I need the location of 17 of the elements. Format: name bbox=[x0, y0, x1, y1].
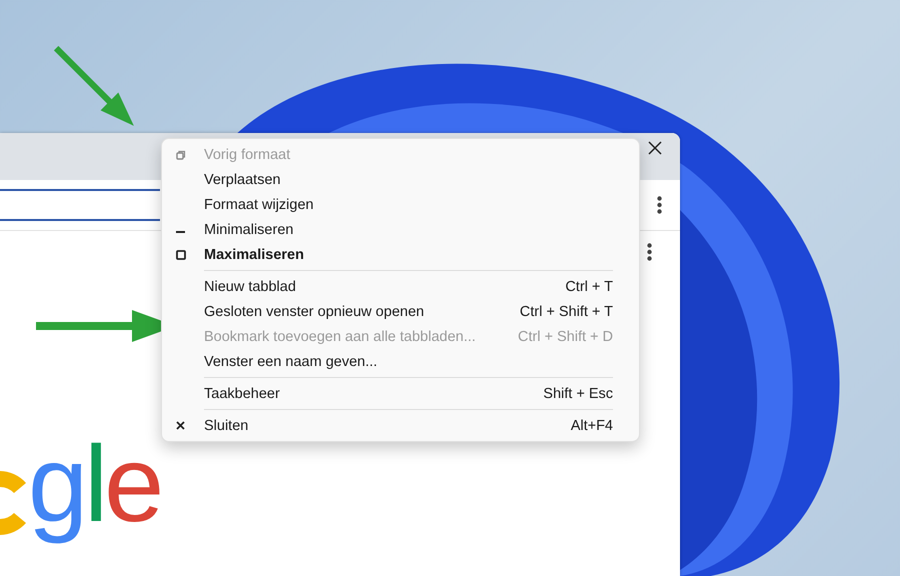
menu-item[interactable]: Venster een naam geven... bbox=[162, 349, 639, 374]
menu-item[interactable]: Maximaliseren bbox=[162, 242, 639, 267]
menu-item[interactable]: Gesloten venster opnieuw openen Ctrl + Shift + T bbox=[162, 299, 639, 324]
address-bar[interactable] bbox=[0, 189, 160, 221]
menu-icon[interactable] bbox=[647, 243, 652, 261]
restore-icon bbox=[176, 150, 186, 160]
menu-item[interactable]: Sluiten Alt+F4 bbox=[162, 413, 639, 438]
menu-icon[interactable] bbox=[657, 196, 662, 214]
close-icon bbox=[176, 421, 185, 430]
menu-item[interactable]: Taakbeheer Shift + Esc bbox=[162, 381, 639, 406]
menu-item[interactable]: Minimaliseren bbox=[162, 217, 639, 242]
close-icon[interactable] bbox=[648, 141, 662, 155]
menu-item[interactable]: Formaat wijzigen bbox=[162, 192, 639, 217]
maximize-icon bbox=[176, 250, 186, 260]
logo-text: gle bbox=[28, 426, 160, 546]
menu-item[interactable]: Nieuw tabblad Ctrl + T bbox=[162, 274, 639, 299]
menu-item[interactable]: Verplaatsen bbox=[162, 167, 639, 192]
